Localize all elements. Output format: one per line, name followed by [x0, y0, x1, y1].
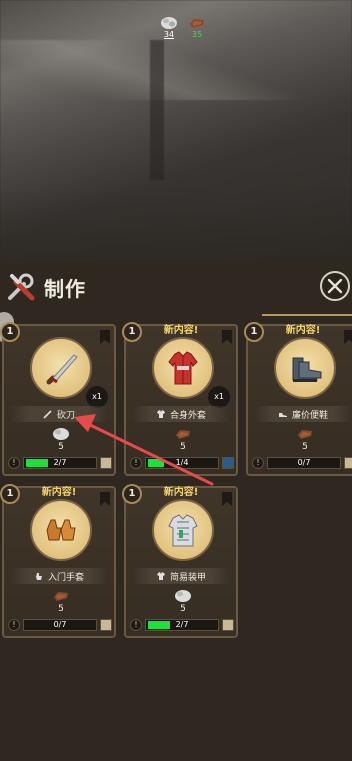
card-footer: ! 0/7: [8, 618, 112, 632]
material-count: 5: [302, 442, 308, 452]
leather-icon: [190, 19, 204, 28]
bookmark-icon[interactable]: [344, 330, 352, 344]
item-portrait: [30, 499, 92, 561]
item-name: 合身外套: [169, 410, 206, 421]
resource-cloth-count: 34: [163, 30, 175, 39]
material-count: 5: [58, 604, 64, 614]
recipe-card-jacket[interactable]: 1 新内容! x1 合身外套 5 ! 1/4: [122, 322, 238, 476]
craft-progress-bar: 0/7: [267, 457, 341, 469]
item-name-bar: 廉价便鞋: [254, 406, 352, 422]
clothing-type-icon: [156, 410, 165, 418]
card-footer: ! 1/4: [130, 456, 234, 470]
item-name: 入门手套: [47, 572, 84, 583]
craft-progress-bar: 1/4: [145, 457, 219, 469]
bookmark-icon[interactable]: [222, 492, 232, 506]
info-icon[interactable]: !: [130, 457, 142, 469]
boots-icon: [292, 357, 322, 382]
jacket-icon: [168, 351, 198, 385]
item-name: 砍刀: [56, 410, 75, 421]
new-content-tag: 新内容!: [163, 325, 199, 336]
card-footer: ! 2/7: [8, 456, 112, 470]
item-name: 廉价便鞋: [291, 410, 328, 421]
recipe-card-icon[interactable]: [222, 457, 234, 469]
craft-progress-bar: 0/7: [23, 619, 97, 631]
info-icon[interactable]: !: [252, 457, 264, 469]
recipe-card-armor[interactable]: 1 新内容! 简易装甲 5 ! 2/7: [122, 484, 238, 638]
shoe-type-icon: [278, 413, 287, 417]
material-requirement: 5: [168, 589, 198, 621]
material-requirement: 5: [168, 427, 198, 459]
item-name: 简易装甲: [169, 572, 206, 583]
info-icon[interactable]: !: [8, 619, 20, 631]
material-requirement: 5: [46, 589, 76, 621]
craft-progress-bar: 2/7: [145, 619, 219, 631]
cloth-icon: [161, 17, 177, 29]
crafting-tools-icon: [8, 273, 35, 301]
new-content-tag: 新内容!: [163, 487, 199, 498]
material-requirement: 5: [290, 427, 320, 459]
resource-leather: 35: [186, 16, 208, 39]
material-count: 5: [58, 442, 64, 452]
item-portrait: [274, 337, 336, 399]
recipe-card-boots[interactable]: 1 新内容! 廉价便鞋 5 ! 0/7: [244, 322, 352, 476]
progress-text: 0/7: [297, 458, 311, 467]
info-icon[interactable]: !: [130, 619, 142, 631]
resource-cloth: 34: [158, 16, 180, 39]
armor-type-icon: [156, 572, 165, 580]
card-footer: ! 0/7: [252, 456, 352, 470]
bookmark-icon[interactable]: [100, 330, 110, 344]
progress-fill: [26, 459, 48, 467]
close-icon: [327, 278, 343, 294]
leather-icon: [298, 430, 312, 439]
progress-text: 2/7: [53, 458, 67, 467]
close-button[interactable]: [320, 271, 350, 301]
bookmark-icon[interactable]: [222, 330, 232, 344]
material-count: 5: [180, 442, 186, 452]
leather-icon: [176, 430, 190, 439]
recipe-card-gloves[interactable]: 1 新内容! 入门手套 5 ! 0/7: [0, 484, 116, 638]
item-name-bar: 简易装甲: [132, 568, 230, 584]
recipe-card-machete[interactable]: 1 x1 砍刀 5 ! 2/7: [0, 322, 116, 476]
cloth-icon: [175, 590, 191, 602]
new-content-tag: 新内容!: [285, 325, 321, 336]
card-footer: ! 2/7: [130, 618, 234, 632]
item-portrait: [152, 337, 214, 399]
item-portrait: [30, 337, 92, 399]
item-name-bar: 合身外套: [132, 406, 230, 422]
progress-fill: [148, 621, 170, 629]
recipe-scroll-icon[interactable]: [344, 457, 352, 469]
armor-icon: [168, 514, 198, 547]
leather-icon: [54, 592, 68, 601]
recipe-scroll-icon[interactable]: [100, 457, 112, 469]
progress-text: 2/7: [175, 620, 189, 629]
new-content-tag: 新内容!: [41, 487, 77, 498]
quantity-badge: x1: [86, 386, 108, 408]
craft-progress-bar: 2/7: [23, 457, 97, 469]
bookmark-icon[interactable]: [100, 492, 110, 506]
item-name-bar: 砍刀: [10, 406, 108, 422]
gloves-icon: [46, 519, 76, 541]
material-requirement: 5: [46, 427, 76, 459]
machete-icon: [46, 354, 78, 385]
crafting-header: 制作: [4, 270, 86, 304]
progress-text: 1/4: [175, 458, 189, 467]
resource-leather-count: 35: [191, 30, 203, 39]
progress-fill: [148, 459, 164, 467]
quantity-badge: x1: [208, 386, 230, 408]
item-portrait: [152, 499, 214, 561]
cloth-icon: [53, 428, 69, 440]
item-name-bar: 入门手套: [10, 568, 108, 584]
glove-type-icon: [35, 573, 42, 580]
resource-bar: 34 35: [158, 16, 208, 39]
header-divider: [262, 314, 352, 316]
material-count: 5: [180, 604, 186, 614]
info-icon[interactable]: !: [8, 457, 20, 469]
recipe-scroll-icon[interactable]: [222, 619, 234, 631]
progress-text: 0/7: [53, 620, 67, 629]
weapon-type-icon: [43, 410, 52, 419]
page-title: 制作: [44, 276, 86, 301]
level-badge: 1: [0, 322, 20, 342]
recipe-scroll-icon[interactable]: [100, 619, 112, 631]
